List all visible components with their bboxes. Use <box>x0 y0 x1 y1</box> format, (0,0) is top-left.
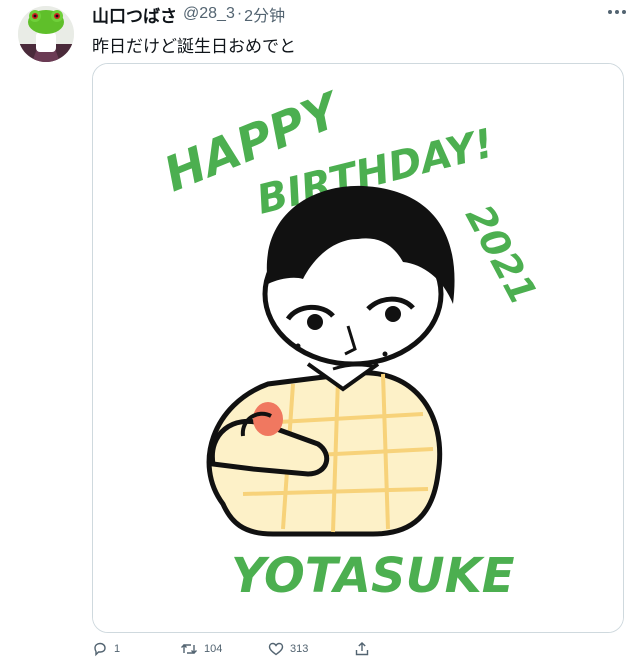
reply-count: 1 <box>114 643 121 655</box>
more-dots-icon <box>608 10 626 14</box>
retweet-count: 104 <box>204 643 223 655</box>
heart-icon <box>268 642 284 656</box>
timestamp[interactable]: 2分钟 <box>244 2 285 26</box>
avatar[interactable] <box>18 6 74 62</box>
share-button[interactable] <box>354 640 370 658</box>
lettering-yotasuke: YOTASUKE <box>231 548 515 604</box>
tweet-actions: 1 104 313 <box>92 640 392 658</box>
retweet-icon <box>181 644 197 654</box>
like-button[interactable]: 313 <box>268 640 308 658</box>
tweet[interactable]: 山口つばさ @28_3 · 2分钟 昨日だけど誕生日おめでと HAPPY BIR… <box>0 0 640 662</box>
tweet-image[interactable]: HAPPY BIRTHDAY! 2021 YOTASUKE <box>92 63 624 633</box>
reply-icon <box>94 642 106 657</box>
reply-button[interactable]: 1 <box>92 640 120 658</box>
display-name[interactable]: 山口つばさ <box>92 2 177 27</box>
like-count: 313 <box>290 643 309 655</box>
birthday-illustration: HAPPY BIRTHDAY! 2021 YOTASUKE <box>93 64 623 632</box>
tweet-text: 昨日だけど誕生日おめでと <box>92 37 296 56</box>
tweet-header: 山口つばさ @28_3 · 2分钟 <box>92 2 285 26</box>
handle[interactable]: @28_3 <box>183 5 235 23</box>
retweet-button[interactable]: 104 <box>180 640 222 658</box>
frog-avatar-image <box>18 6 74 62</box>
separator-dot: · <box>236 5 243 22</box>
share-icon <box>355 642 369 656</box>
more-icon[interactable] <box>604 4 630 20</box>
